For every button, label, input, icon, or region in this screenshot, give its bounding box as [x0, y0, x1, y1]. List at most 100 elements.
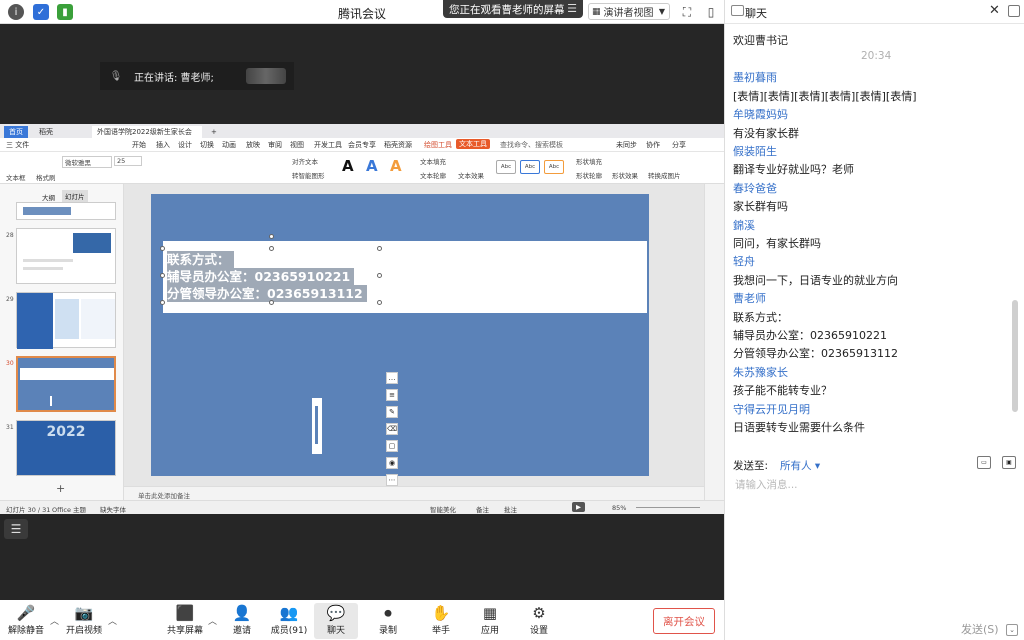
folder-icon[interactable]: ▭: [977, 456, 991, 469]
ribbon-shape-outline[interactable]: 形状轮廓: [576, 170, 602, 180]
signal-icon[interactable]: ▮: [57, 4, 73, 20]
location-icon[interactable]: ◉: [386, 457, 398, 469]
collaborate[interactable]: 协作: [646, 140, 660, 150]
menu-icon[interactable]: ☰: [567, 2, 577, 15]
start-video-button[interactable]: 📷 开启视频: [62, 603, 106, 636]
text-style-black[interactable]: A: [342, 157, 354, 175]
comment-toggle[interactable]: 批注: [504, 504, 517, 514]
slide-thumb-27[interactable]: [16, 202, 116, 220]
selection-handle[interactable]: [269, 246, 274, 251]
selection-handle[interactable]: [377, 246, 382, 251]
ribbon-align-text[interactable]: 对齐文本: [292, 156, 318, 166]
text-style-orange[interactable]: A: [390, 157, 402, 175]
unsynced[interactable]: 未同步: [616, 140, 637, 150]
ribbon-text-outline[interactable]: 文本轮廓: [420, 170, 446, 180]
chevron-up-icon[interactable]: ︿: [50, 614, 59, 627]
eraser-icon[interactable]: ⌫: [386, 423, 398, 435]
menu-view[interactable]: 视图: [290, 140, 304, 150]
menu-draw-tools[interactable]: 绘图工具: [424, 140, 452, 150]
chat-button[interactable]: 💬 聊天: [314, 603, 358, 639]
record-button[interactable]: ⏺ 录制: [366, 603, 410, 636]
sidebar-toggle-icon[interactable]: ▯: [702, 3, 720, 21]
popout-icon[interactable]: [1008, 5, 1020, 17]
shape-style-3[interactable]: Abc: [544, 160, 564, 174]
close-icon[interactable]: ✕: [989, 3, 1000, 18]
leave-meeting-button[interactable]: 离开会议: [653, 608, 715, 634]
pen-icon[interactable]: ✎: [386, 406, 398, 418]
invite-button[interactable]: 👤 邀请: [220, 603, 264, 636]
info-icon[interactable]: i: [8, 4, 24, 20]
chat-scrollbar[interactable]: [1012, 300, 1018, 412]
ribbon-format-painter[interactable]: 格式刷: [36, 172, 56, 182]
search-command[interactable]: 查找命令、搜索模板: [500, 140, 563, 150]
font-size-select[interactable]: 25: [114, 156, 142, 166]
menu-insert[interactable]: 插入: [156, 140, 170, 150]
raise-hand-button[interactable]: ✋ 举手: [419, 603, 463, 636]
shape-style-1[interactable]: Abc: [496, 160, 516, 174]
smart-beautify[interactable]: 智能美化: [430, 504, 456, 514]
slide-bar-shape[interactable]: [312, 398, 322, 454]
layers-icon[interactable]: ≡: [386, 389, 398, 401]
notes-area[interactable]: 单击此处添加备注: [124, 486, 704, 500]
wps-tab-document[interactable]: 外国语学院2022级新生家长会(1): [92, 126, 202, 148]
selection-handle[interactable]: [160, 300, 165, 305]
add-slide-icon[interactable]: +: [56, 482, 65, 495]
ribbon-text-fill[interactable]: 文本填充: [420, 156, 446, 166]
share-screen-button[interactable]: ⬛ 共享屏幕: [163, 603, 207, 636]
selection-handle[interactable]: [160, 246, 165, 251]
play-icon[interactable]: ▶: [572, 502, 585, 512]
menu-member[interactable]: 会员专享: [348, 140, 376, 150]
zoom-slider[interactable]: [636, 507, 700, 508]
slide-thumb-30[interactable]: [16, 356, 116, 412]
ribbon-text-effect[interactable]: 文本效果: [458, 170, 484, 180]
frame-icon[interactable]: ▢: [386, 440, 398, 452]
chevron-up-icon[interactable]: ︿: [208, 614, 217, 627]
slide-thumb-28[interactable]: [16, 228, 116, 284]
selection-handle[interactable]: [269, 300, 274, 305]
menu-review[interactable]: 审阅: [268, 140, 282, 150]
selection-handle[interactable]: [160, 273, 165, 278]
font-select[interactable]: 微软雅黑: [62, 156, 112, 168]
ribbon-shape-fill[interactable]: 形状填充: [576, 156, 602, 166]
current-slide[interactable]: 联系方式： 辅导员办公室：02365910221 分管领导办公室：0236591…: [151, 194, 649, 476]
share-doc[interactable]: 分享: [672, 140, 686, 150]
missing-font[interactable]: 缺失字体: [100, 504, 126, 514]
list-icon[interactable]: ☰: [4, 519, 28, 539]
slide-thumb-31[interactable]: 2022: [16, 420, 116, 476]
menu-start[interactable]: 开始: [132, 140, 146, 150]
presenter-view-dropdown[interactable]: ▦ 演讲者视图 ▼: [588, 3, 670, 20]
apps-button[interactable]: ▦ 应用: [468, 603, 512, 636]
settings-button[interactable]: ⚙ 设置: [517, 603, 561, 636]
text-style-blue[interactable]: A: [366, 157, 378, 175]
rotate-handle-icon[interactable]: [269, 234, 274, 239]
unmute-button[interactable]: 🎤 解除静音: [4, 603, 48, 636]
selection-handle[interactable]: [377, 273, 382, 278]
slide-textbox[interactable]: 联系方式： 辅导员办公室：02365910221 分管领导办公室：0236591…: [167, 251, 367, 302]
ribbon-smart-graphic[interactable]: 转智能图形: [292, 170, 325, 180]
fullscreen-icon[interactable]: ⛶: [678, 3, 696, 21]
ribbon-shape-effect[interactable]: 形状效果: [612, 170, 638, 180]
wps-tab-docer[interactable]: 稻壳: [34, 126, 58, 138]
recipient-select[interactable]: 所有人 ▾: [780, 458, 820, 473]
pane-tab-slides[interactable]: 幻灯片: [62, 190, 88, 202]
shape-style-2[interactable]: Abc: [520, 160, 540, 174]
chevron-up-icon[interactable]: ︿: [108, 614, 117, 627]
ellipsis-icon[interactable]: ⋯: [386, 474, 398, 486]
wps-tab-home[interactable]: 首页: [4, 126, 28, 138]
chevron-down-icon[interactable]: ⌄: [1006, 624, 1018, 636]
selection-handle[interactable]: [377, 300, 382, 305]
menu-slideshow[interactable]: 放映: [246, 140, 260, 150]
slide-thumb-29[interactable]: [16, 292, 116, 349]
menu-developer[interactable]: 开发工具: [314, 140, 342, 150]
shield-icon[interactable]: ✓: [33, 4, 49, 20]
chat-message-input[interactable]: [733, 478, 1013, 492]
menu-file[interactable]: 三 文件: [6, 140, 29, 150]
send-button[interactable]: 发送(S): [961, 621, 999, 637]
remarks-toggle[interactable]: 备注: [476, 504, 489, 514]
members-button[interactable]: 👥 成员(91): [267, 603, 311, 636]
more-tools-icon[interactable]: …: [386, 372, 398, 384]
screenshot-icon[interactable]: ▣: [1002, 456, 1016, 469]
zoom-level[interactable]: 85%: [612, 504, 626, 512]
menu-transition[interactable]: 切换: [200, 140, 214, 150]
new-tab-icon[interactable]: +: [206, 126, 222, 138]
